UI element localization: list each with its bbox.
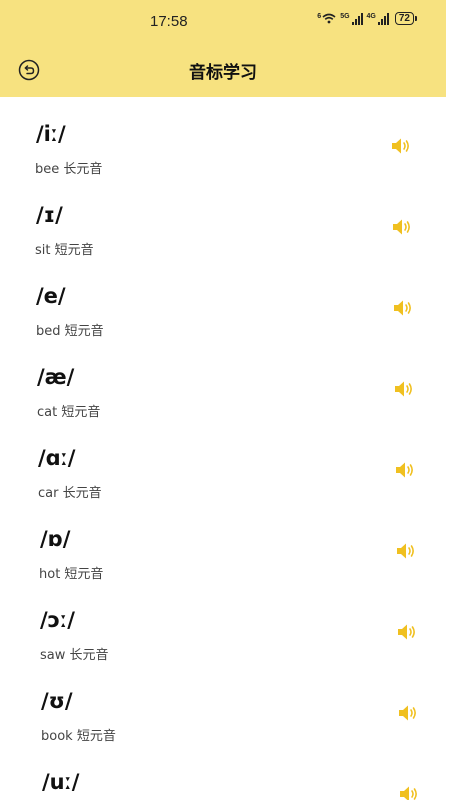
speaker-icon[interactable]	[395, 541, 417, 561]
app-screen: 17:58 6 5G 4G 72 音标学习 /iː/ bee 长元音 /ɪ/ s…	[0, 0, 450, 800]
phoneme-symbol: /ɒ/	[40, 527, 71, 551]
phoneme-example: bed 短元音	[36, 324, 104, 339]
signal-icon-sim1: 5G	[340, 12, 363, 25]
page-title: 音标学习	[189, 63, 257, 83]
speaker-icon[interactable]	[390, 136, 412, 156]
phoneme-row[interactable]: /iː/bee 长元音	[0, 100, 446, 181]
battery-icon: 72	[394, 12, 418, 25]
sim1-label: 5G	[340, 12, 350, 20]
status-time: 17:58	[150, 13, 188, 30]
phoneme-symbol: /ʊ/	[41, 689, 73, 713]
wifi-icon: 6	[317, 13, 336, 24]
phoneme-example: book 短元音	[41, 729, 116, 744]
speaker-icon[interactable]	[398, 784, 420, 800]
phoneme-example: sit 短元音	[35, 243, 94, 258]
header-bar: 17:58 6 5G 4G 72 音标学习	[0, 0, 446, 97]
speaker-icon[interactable]	[394, 460, 416, 480]
phoneme-row[interactable]: /ʊ/book 短元音	[0, 667, 446, 748]
phoneme-symbol: /æ/	[37, 365, 75, 389]
status-icons: 6 5G 4G 72	[317, 12, 418, 25]
wifi-label: 6	[317, 13, 322, 20]
phoneme-example: saw 长元音	[40, 648, 109, 663]
phoneme-row[interactable]: /ɪ/sit 短元音	[0, 181, 446, 262]
phoneme-symbol: /ɔː/	[40, 608, 75, 632]
phoneme-symbol: /ɪ/	[36, 203, 63, 227]
phoneme-symbol: /e/	[36, 284, 66, 308]
phoneme-example: cat 短元音	[37, 405, 101, 420]
phoneme-symbol: /iː/	[36, 122, 66, 146]
phoneme-symbol: /uː/	[42, 770, 80, 794]
phoneme-row[interactable]: /e/bed 短元音	[0, 262, 446, 343]
sim2-label: 4G	[366, 12, 376, 20]
phoneme-row[interactable]: /uː/	[0, 748, 446, 800]
phoneme-example: car 长元音	[38, 486, 102, 501]
phoneme-row[interactable]: /ɒ/hot 短元音	[0, 505, 446, 586]
speaker-icon[interactable]	[391, 217, 413, 237]
speaker-icon[interactable]	[397, 703, 419, 723]
phoneme-example: bee 长元音	[35, 162, 103, 177]
phoneme-example: hot 短元音	[39, 567, 104, 582]
speaker-icon[interactable]	[392, 298, 414, 318]
phoneme-row[interactable]: /ɔː/saw 长元音	[0, 586, 446, 667]
speaker-icon[interactable]	[396, 622, 418, 642]
phoneme-row[interactable]: /æ/cat 短元音	[0, 343, 446, 424]
speaker-icon[interactable]	[393, 379, 415, 399]
signal-icon-sim2: 4G	[366, 12, 389, 25]
phoneme-symbol: /ɑː/	[38, 446, 76, 470]
phoneme-row[interactable]: /ɑː/car 长元音	[0, 424, 446, 505]
